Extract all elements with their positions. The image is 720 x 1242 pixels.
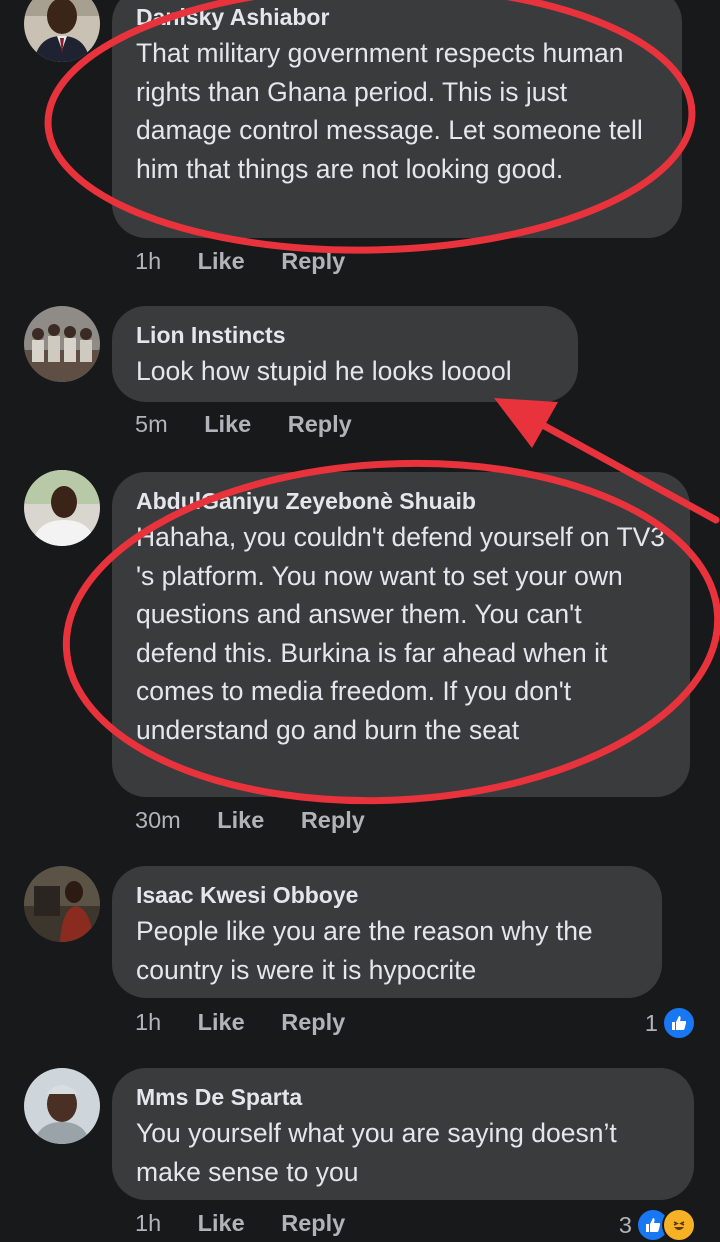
comment-text: Look how stupid he looks looool <box>136 356 512 386</box>
comment-author[interactable]: Danisky Ashiabor <box>136 0 658 34</box>
reactions-summary[interactable]: 3 <box>619 1208 696 1242</box>
like-button[interactable]: Like <box>217 807 264 834</box>
comment-bubble: Danisky Ashiabor That military governmen… <box>112 0 682 238</box>
reply-button[interactable]: Reply <box>281 1009 345 1036</box>
avatar[interactable] <box>24 306 100 382</box>
reaction-count: 1 <box>644 1009 658 1036</box>
comment-author[interactable]: Isaac Kwesi Obboye <box>136 878 638 912</box>
comment-text: People like you are the reason why the c… <box>136 916 593 985</box>
comment-bubble: Lion Instincts Look how stupid he looks … <box>112 306 578 402</box>
annotation-arrow-head <box>494 398 558 448</box>
comment-actions: 1h Like Reply <box>135 248 375 275</box>
comment-actions: 5m Like Reply <box>135 411 382 438</box>
avatar[interactable] <box>24 470 100 546</box>
comment-actions: 1h Like Reply <box>135 1210 375 1237</box>
comment-author[interactable]: AbdulGaniyu Zeyebonè Shuaib <box>136 484 666 518</box>
comment-bubble: Isaac Kwesi Obboye People like you are t… <box>112 866 662 998</box>
like-button[interactable]: Like <box>204 411 251 438</box>
like-reaction-icon <box>662 1006 696 1040</box>
comment-timestamp[interactable]: 1h <box>135 1210 161 1237</box>
reply-button[interactable]: Reply <box>288 411 352 438</box>
comment-timestamp[interactable]: 30m <box>135 807 181 834</box>
comment-text: Hahaha, you couldn't defend yourself on … <box>136 522 666 745</box>
avatar[interactable] <box>24 0 100 62</box>
comment-timestamp[interactable]: 1h <box>135 248 161 275</box>
comment-bubble: Mms De Sparta You yourself what you are … <box>112 1068 694 1200</box>
reply-button[interactable]: Reply <box>281 1210 345 1237</box>
comment-bubble: AbdulGaniyu Zeyebonè Shuaib Hahaha, you … <box>112 472 690 797</box>
comment-author[interactable]: Lion Instincts <box>136 318 554 352</box>
like-button[interactable]: Like <box>198 1009 245 1036</box>
comment-actions: 30m Like Reply <box>135 807 395 834</box>
reaction-count: 3 <box>618 1211 632 1238</box>
comment-actions: 1h Like Reply <box>135 1009 375 1036</box>
reply-button[interactable]: Reply <box>301 807 365 834</box>
comment-timestamp[interactable]: 5m <box>135 411 168 438</box>
reply-button[interactable]: Reply <box>281 248 345 275</box>
comment-text: You yourself what you are saying doesn’t… <box>136 1118 617 1187</box>
comment-text: That military government respects human … <box>136 38 643 184</box>
comment-timestamp[interactable]: 1h <box>135 1009 161 1036</box>
avatar[interactable] <box>24 866 100 942</box>
reactions-summary[interactable]: 1 <box>645 1006 696 1040</box>
like-button[interactable]: Like <box>198 1210 245 1237</box>
haha-reaction-icon <box>662 1208 696 1242</box>
like-button[interactable]: Like <box>198 248 245 275</box>
avatar[interactable] <box>24 1068 100 1144</box>
comment-author[interactable]: Mms De Sparta <box>136 1080 670 1114</box>
